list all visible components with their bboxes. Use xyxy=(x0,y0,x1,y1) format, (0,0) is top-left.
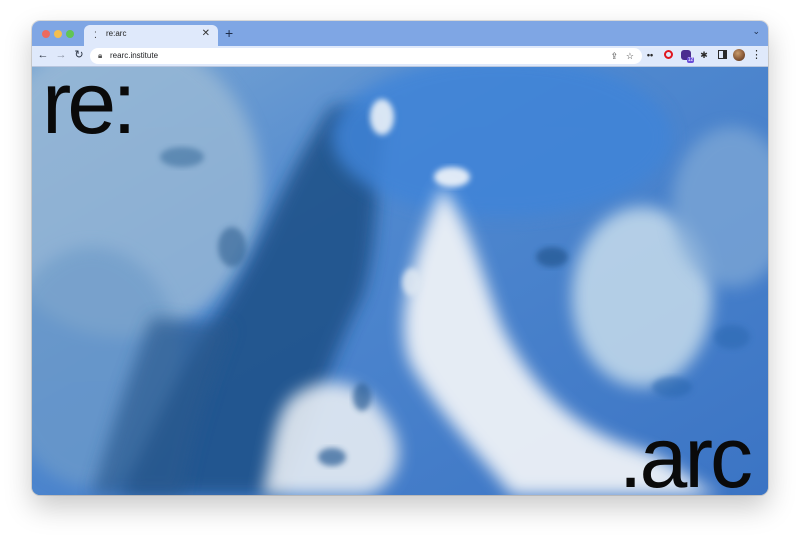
back-arrow-icon[interactable]: ← xyxy=(36,48,50,62)
tab-title: re:arc xyxy=(106,29,127,38)
proton-extension-icon[interactable]: 12 xyxy=(680,49,694,63)
profile-avatar[interactable] xyxy=(733,49,745,61)
extensions-puzzle-icon[interactable]: ✱ xyxy=(698,49,710,61)
browser-window: ⁚ re:arc ✕ + ⌄ ← → ↻ 🔒︎ rearc.institute … xyxy=(32,21,768,495)
extension-badge: 12 xyxy=(687,57,694,63)
extension-dots-icon[interactable]: •• xyxy=(644,49,656,61)
tab-search-chevron-icon[interactable]: ⌄ xyxy=(752,26,760,37)
browser-toolbar: ← → ↻ 🔒︎ rearc.institute ⇪ ☆ •• 12 ✱ ⋮ xyxy=(32,46,768,67)
opera-extension-icon[interactable] xyxy=(662,49,674,61)
favicon-icon: ⁚ xyxy=(94,30,97,40)
logo-arc: .arc xyxy=(618,410,753,495)
address-bar[interactable]: 🔒︎ rearc.institute ⇪ ☆ xyxy=(90,48,642,64)
web-page: re: .arc xyxy=(32,67,768,495)
logo-re: re: xyxy=(42,67,137,152)
reload-icon[interactable]: ↻ xyxy=(72,48,86,62)
close-window-button[interactable] xyxy=(42,30,50,38)
new-tab-button[interactable]: + xyxy=(225,25,233,41)
tab-strip: ⁚ re:arc ✕ + ⌄ xyxy=(32,21,768,46)
close-tab-icon[interactable]: ✕ xyxy=(202,28,210,40)
bookmark-star-icon[interactable]: ☆ xyxy=(626,50,634,62)
lock-icon[interactable]: 🔒︎ xyxy=(98,51,102,61)
maximize-window-button[interactable] xyxy=(66,30,74,38)
forward-arrow-icon[interactable]: → xyxy=(54,48,68,62)
share-icon[interactable]: ⇪ xyxy=(610,50,618,62)
tab-rearc[interactable]: ⁚ re:arc ✕ xyxy=(84,25,218,46)
url-text[interactable]: rearc.institute xyxy=(110,51,158,60)
browser-menu-icon[interactable]: ⋮ xyxy=(751,48,762,62)
side-panel-icon[interactable] xyxy=(716,49,728,61)
minimize-window-button[interactable] xyxy=(54,30,62,38)
